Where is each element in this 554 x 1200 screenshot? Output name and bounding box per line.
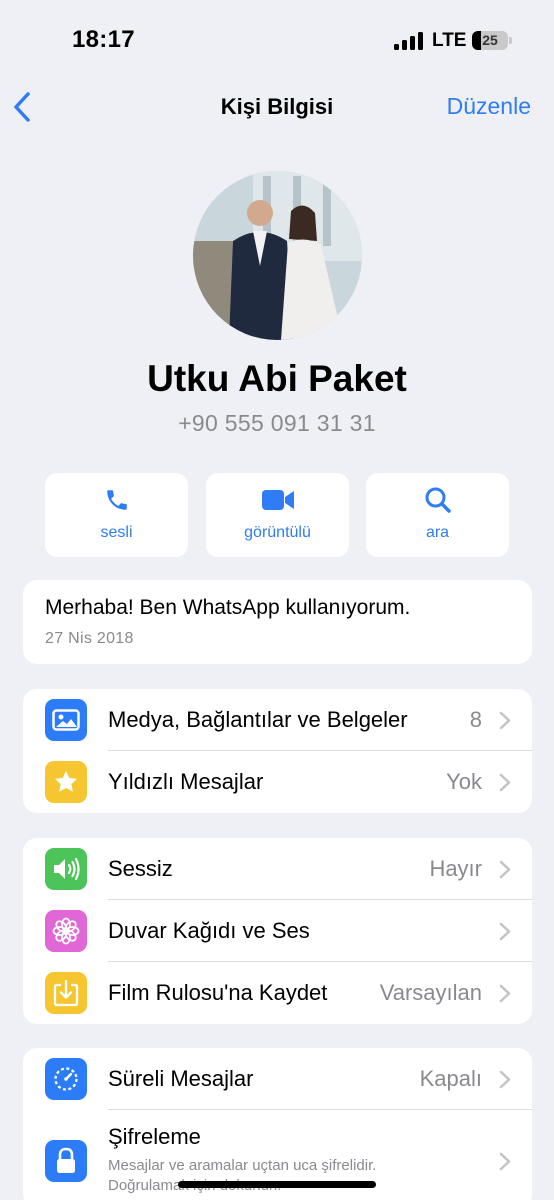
chat-settings-group: Sessiz Hayır Duvar Kağıdı ve Ses Film Ru… bbox=[23, 838, 532, 1024]
row-label: Film Rulosu'na Kaydet bbox=[108, 980, 328, 1005]
chevron-right-icon bbox=[499, 922, 511, 941]
battery-icon: 25 bbox=[472, 31, 508, 50]
chevron-right-icon bbox=[499, 1152, 511, 1171]
about-text: Merhaba! Ben WhatsApp kullanıyorum. bbox=[45, 596, 411, 619]
chevron-right-icon bbox=[499, 984, 511, 1003]
phone-icon bbox=[45, 485, 188, 515]
contact-avatar[interactable] bbox=[193, 171, 362, 340]
navigation-bar: Kişi Bilgisi Düzenle bbox=[0, 80, 554, 136]
media-settings-group: Medya, Bağlantılar ve Belgeler 8 Yıldızl… bbox=[23, 689, 532, 813]
video-call-button[interactable]: görüntülü bbox=[206, 473, 349, 557]
video-call-label: görüntülü bbox=[244, 524, 311, 541]
star-icon bbox=[45, 761, 87, 803]
row-label: Şifreleme bbox=[108, 1124, 201, 1149]
row-label: Sessiz bbox=[108, 856, 173, 881]
row-label: Medya, Bağlantılar ve Belgeler bbox=[108, 707, 408, 732]
search-button[interactable]: ara bbox=[366, 473, 509, 557]
row-label: Yıldızlı Mesajlar bbox=[108, 769, 264, 794]
row-value: Hayır bbox=[429, 856, 482, 881]
search-label: ara bbox=[425, 524, 450, 541]
save-to-camera-roll-row[interactable]: Film Rulosu'na Kaydet Varsayılan bbox=[23, 962, 532, 1024]
status-bar: 18:17 LTE 25 bbox=[0, 0, 554, 80]
signal-strength-icon bbox=[394, 32, 424, 50]
disappearing-messages-row[interactable]: Süreli Mesajlar Kapalı bbox=[23, 1048, 532, 1110]
row-label: Duvar Kağıdı ve Ses bbox=[108, 918, 310, 943]
battery-cap bbox=[509, 37, 512, 44]
chevron-left-icon bbox=[14, 92, 30, 122]
lock-icon bbox=[45, 1140, 87, 1182]
avatar-photo bbox=[193, 171, 362, 340]
photo-icon bbox=[45, 699, 87, 741]
media-links-docs-row[interactable]: Medya, Bağlantılar ve Belgeler 8 bbox=[23, 689, 532, 751]
chevron-right-icon bbox=[499, 860, 511, 879]
download-icon bbox=[45, 972, 87, 1014]
privacy-settings-group: Süreli Mesajlar Kapalı Şifreleme Mesajla… bbox=[23, 1048, 532, 1200]
back-button[interactable] bbox=[10, 90, 34, 124]
row-label: Süreli Mesajlar bbox=[108, 1066, 254, 1091]
voice-call-label: sesli bbox=[100, 524, 133, 541]
starred-messages-row[interactable]: Yıldızlı Mesajlar Yok bbox=[23, 751, 532, 813]
chevron-right-icon bbox=[499, 711, 511, 730]
row-value: Yok bbox=[446, 769, 482, 794]
network-type: LTE bbox=[432, 30, 467, 51]
wallpaper-sound-row[interactable]: Duvar Kağıdı ve Ses bbox=[23, 900, 532, 962]
mute-row[interactable]: Sessiz Hayır bbox=[23, 838, 532, 900]
flower-icon bbox=[45, 910, 87, 952]
voice-call-button[interactable]: sesli bbox=[45, 473, 188, 557]
contact-phone: +90 555 091 31 31 bbox=[178, 410, 376, 436]
status-time: 18:17 bbox=[72, 26, 135, 53]
about-date: 27 Nis 2018 bbox=[45, 630, 134, 647]
contact-name: Utku Abi Paket bbox=[147, 358, 407, 399]
chevron-right-icon bbox=[499, 773, 511, 792]
chevron-right-icon bbox=[499, 1070, 511, 1089]
edit-button[interactable]: Düzenle bbox=[447, 93, 531, 120]
home-indicator bbox=[178, 1181, 376, 1188]
battery-percent: 25 bbox=[482, 32, 498, 48]
row-value: Varsayılan bbox=[379, 980, 482, 1005]
search-icon bbox=[366, 485, 509, 515]
row-value: 8 bbox=[469, 707, 482, 732]
row-value: Kapalı bbox=[419, 1066, 482, 1091]
about-card[interactable]: Merhaba! Ben WhatsApp kullanıyorum. 27 N… bbox=[23, 580, 532, 664]
speaker-icon bbox=[45, 848, 87, 890]
video-camera-icon bbox=[206, 485, 349, 515]
timer-icon bbox=[45, 1058, 87, 1100]
row-subtitle: Mesajlar ve aramalar uçtan uca şifrelidi… bbox=[108, 1157, 377, 1194]
